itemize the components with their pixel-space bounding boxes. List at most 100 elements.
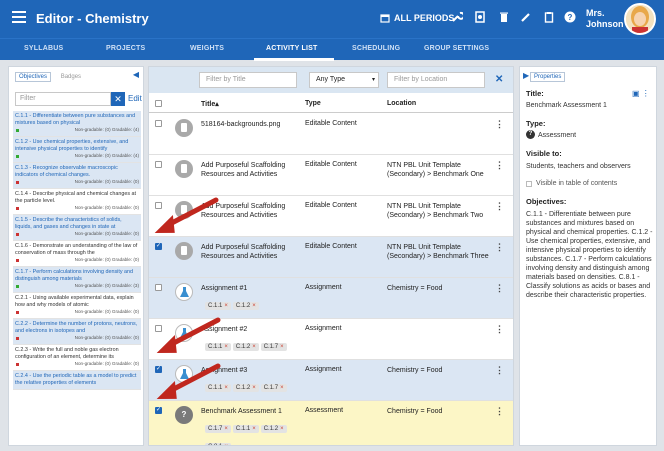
- column-title[interactable]: Title▴: [201, 100, 219, 108]
- more-options-icon[interactable]: ⋮: [495, 119, 504, 130]
- row-title[interactable]: Assignment #1: [201, 284, 301, 293]
- user-name[interactable]: Mrs. Johnson: [586, 8, 624, 30]
- tab-group-settings[interactable]: GROUP SETTINGS: [424, 45, 489, 52]
- more-options-icon[interactable]: ⋮: [495, 201, 504, 212]
- filter-by-title-input[interactable]: Filter by Title: [199, 72, 297, 88]
- row-title[interactable]: Benchmark Assessment 1: [201, 407, 301, 416]
- app-title: Editor - Chemistry: [36, 11, 149, 26]
- remove-chip-icon[interactable]: ×: [252, 385, 256, 391]
- objective-item[interactable]: C.1.1 - Differentiate between pure subst…: [13, 111, 141, 137]
- toc-checkbox[interactable]: [526, 181, 532, 187]
- remove-chip-icon[interactable]: ×: [224, 426, 228, 432]
- row-checkbox[interactable]: [155, 284, 162, 291]
- table-row[interactable]: Add Purposeful Scaffolding Resources and…: [149, 155, 513, 196]
- more-options-icon[interactable]: ⋮: [495, 365, 504, 376]
- clipboard-icon[interactable]: [542, 11, 556, 25]
- avatar[interactable]: [624, 3, 656, 35]
- objective-chip[interactable]: C.1.2 ×: [232, 343, 259, 351]
- objective-filter-input[interactable]: Filter: [15, 92, 111, 106]
- objective-chip[interactable]: C.1.7 ×: [260, 384, 287, 392]
- table-row[interactable]: Add Purposeful Scaffolding Resources and…: [149, 237, 513, 278]
- objective-item[interactable]: C.2.2 - Determine the number of protons,…: [13, 319, 141, 345]
- objective-chip[interactable]: C.1.7 ×: [260, 343, 287, 351]
- more-options-icon[interactable]: ⋮: [495, 406, 504, 417]
- objective-chip[interactable]: C.1.1 ×: [232, 425, 259, 433]
- clear-filter-icon[interactable]: ✕: [111, 92, 125, 106]
- collapse-left-icon[interactable]: ◀: [133, 70, 139, 79]
- tab-syllabus[interactable]: SYLLABUS: [24, 45, 63, 52]
- objective-meta: Non-gradable: (0) Gradable: (0): [15, 179, 139, 186]
- objective-item[interactable]: C.1.2 - Use chemical properties, extensi…: [13, 137, 141, 163]
- help-icon[interactable]: ?: [563, 11, 577, 25]
- tab-projects[interactable]: PROJECTS: [106, 45, 145, 52]
- expand-right-icon[interactable]: ▶: [523, 71, 529, 80]
- table-row[interactable]: Assignment #1 Assignment Chemistry = Food ⋮…: [149, 278, 513, 319]
- tab-scheduling[interactable]: SCHEDULING: [352, 45, 400, 52]
- remove-chip-icon[interactable]: ×: [224, 444, 228, 445]
- chevron-down-icon: ▾: [371, 77, 375, 83]
- menu-icon[interactable]: [12, 11, 26, 23]
- remove-chip-icon[interactable]: ×: [280, 385, 284, 391]
- filter-by-location-input[interactable]: Filter by Location: [387, 72, 485, 88]
- document-icon: [175, 160, 193, 178]
- objective-item[interactable]: C.2.1 - Using available experimental dat…: [13, 293, 141, 319]
- table-row[interactable]: 518164-backgrounds.png Editable Content ⋮: [149, 114, 513, 155]
- row-type: Editable Content: [305, 120, 357, 127]
- preview-icon[interactable]: [473, 11, 487, 25]
- more-options-icon[interactable]: ⋮: [495, 160, 504, 171]
- column-location[interactable]: Location: [387, 100, 416, 107]
- remove-chip-icon[interactable]: ×: [224, 344, 228, 350]
- type-select[interactable]: Any Type ▾: [309, 72, 379, 88]
- remove-chip-icon[interactable]: ×: [252, 344, 256, 350]
- remove-chip-icon[interactable]: ×: [224, 385, 228, 391]
- objective-counts: Non-gradable: (0) Gradable: (3): [74, 283, 139, 288]
- chip-label: C.1.1: [208, 303, 223, 309]
- tab-weights[interactable]: WEIGHTS: [190, 45, 224, 52]
- objective-item[interactable]: C.1.4 - Describe physical and chemical c…: [13, 189, 141, 215]
- more-options-icon[interactable]: ⋮: [495, 283, 504, 294]
- remove-chip-icon[interactable]: ×: [280, 344, 284, 350]
- row-title[interactable]: Add Purposeful Scaffolding Resources and…: [201, 161, 301, 179]
- objective-item[interactable]: C.2.4 - Use the periodic table as a mode…: [13, 371, 141, 390]
- tab-activity-list[interactable]: ACTIVITY LIST: [266, 45, 317, 52]
- remove-chip-icon[interactable]: ×: [252, 303, 256, 309]
- table-row[interactable]: ? Benchmark Assessment 1 Assessment Chemist…: [149, 401, 513, 445]
- trash-icon[interactable]: [497, 11, 511, 25]
- remove-chip-icon[interactable]: ×: [252, 426, 256, 432]
- objective-chip[interactable]: C.8.1×: [205, 443, 231, 445]
- pencil-icon[interactable]: [519, 11, 533, 25]
- more-options-icon[interactable]: ⋮: [495, 324, 504, 335]
- objective-chip[interactable]: C.1.2 ×: [260, 425, 287, 433]
- row-title[interactable]: Add Purposeful Scaffolding Resources and…: [201, 243, 301, 261]
- tab-badges[interactable]: Badges: [57, 72, 85, 82]
- row-title[interactable]: 518164-backgrounds.png: [201, 120, 301, 129]
- objective-item[interactable]: C.2.3 - Write the full and noble gas ele…: [13, 345, 141, 371]
- row-checkbox[interactable]: [155, 120, 162, 127]
- all-periods-button[interactable]: ALL PERIODS: [380, 13, 454, 23]
- objective-item[interactable]: C.1.7 - Perform calculations involving d…: [13, 267, 141, 293]
- calendar-icon: [380, 14, 390, 23]
- objective-item[interactable]: C.1.6 - Demonstrate an understanding of …: [13, 241, 141, 267]
- clear-filters-icon[interactable]: ✕: [495, 74, 503, 85]
- objective-chip[interactable]: C.1.2 ×: [232, 302, 259, 310]
- objective-chip[interactable]: C.1.2 ×: [232, 384, 259, 392]
- image-icon[interactable]: ▣ ⋮: [632, 89, 650, 98]
- row-checkbox[interactable]: [155, 161, 162, 168]
- column-type[interactable]: Type: [305, 100, 321, 107]
- remove-chip-icon[interactable]: ×: [280, 426, 284, 432]
- tab-objectives[interactable]: Objectives: [15, 72, 52, 82]
- row-checkbox[interactable]: [155, 406, 162, 414]
- chip-label: C.1.7: [208, 426, 223, 432]
- objective-chip[interactable]: C.1.1 ×: [205, 302, 231, 310]
- select-all-checkbox[interactable]: [155, 100, 162, 107]
- remove-chip-icon[interactable]: ×: [224, 303, 228, 309]
- row-checkbox[interactable]: [155, 242, 162, 250]
- edit-objectives-link[interactable]: Edit: [128, 94, 142, 103]
- more-options-icon[interactable]: ⋮: [495, 242, 504, 253]
- objective-item[interactable]: C.1.5 - Describe the characteristics of …: [13, 215, 141, 241]
- tab-properties[interactable]: Properties: [530, 72, 566, 82]
- chip-label: C.1.7: [263, 344, 279, 350]
- wrench-icon[interactable]: [450, 11, 465, 25]
- objective-item[interactable]: C.1.3 - Recognize observable macroscopic…: [13, 163, 141, 189]
- objective-chip[interactable]: C.1.7 ×: [205, 425, 231, 433]
